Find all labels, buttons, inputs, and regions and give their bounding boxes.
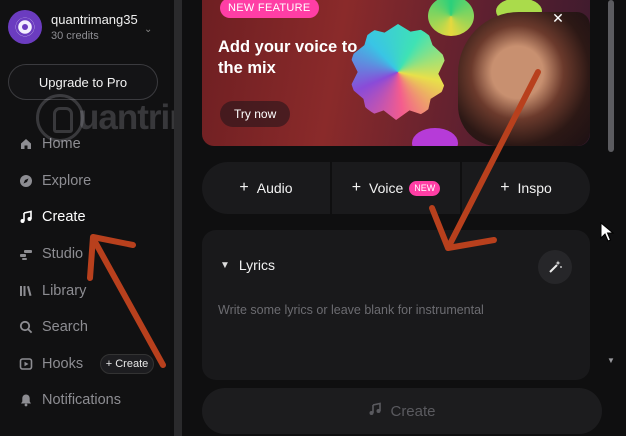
banner-headline: Add your voice to the mix (218, 38, 358, 77)
add-voice-label: Voice (369, 180, 404, 196)
add-audio-button[interactable]: + Audio (202, 162, 330, 214)
upgrade-button[interactable]: Upgrade to Pro (8, 64, 158, 100)
username: quantrimang35 (51, 12, 138, 27)
plus-icon: + (500, 179, 510, 196)
artwork-thumb (428, 0, 474, 36)
new-badge: NEW (409, 180, 441, 196)
lyrics-panel: ▼ Lyrics Write some lyrics or leave blan… (202, 230, 590, 380)
add-voice-button[interactable]: + Voice NEW (332, 162, 460, 214)
artwork-blob (350, 24, 446, 120)
sidebar-scrollbar[interactable] (174, 0, 182, 436)
music-note-icon (18, 209, 34, 225)
sidebar-item-home[interactable]: Home (18, 132, 168, 156)
sidebar-item-create[interactable]: Create (18, 205, 168, 229)
sidebar-item-label: Home (42, 136, 81, 152)
main-panel: NEW FEATURE Add your voice to the mix Tr… (182, 0, 626, 436)
studio-icon (18, 246, 34, 262)
artwork-thumb (412, 128, 458, 146)
hooks-icon (18, 356, 34, 372)
lyrics-input[interactable]: Write some lyrics or leave blank for ins… (218, 303, 484, 317)
add-audio-label: Audio (256, 180, 293, 196)
scroll-down-arrow-icon[interactable]: ▼ (607, 356, 615, 365)
mouse-cursor-icon (600, 222, 614, 242)
scrollbar-thumb[interactable] (608, 0, 614, 152)
sidebar-item-library[interactable]: Library (18, 279, 168, 303)
main-scrollbar[interactable]: ▼ (607, 0, 615, 436)
plus-icon: + (239, 179, 249, 196)
create-button-label: Create (390, 402, 436, 420)
sidebar-item-explore[interactable]: Explore (18, 169, 168, 193)
banner-portrait-image (458, 12, 590, 146)
chevron-updown-icon: ⌄ (144, 24, 153, 35)
sidebar-item-label: Search (42, 319, 88, 335)
feature-banner[interactable]: NEW FEATURE Add your voice to the mix Tr… (202, 0, 590, 146)
music-note-icon (368, 402, 382, 420)
account-switcher[interactable]: quantrimang35 30 credits ⌄ (8, 6, 158, 46)
try-now-button[interactable]: Try now (220, 101, 291, 127)
library-icon (18, 283, 34, 299)
credits-count: 30 credits (51, 30, 99, 42)
sidebar-item-label: Create (42, 209, 86, 225)
home-icon (18, 136, 34, 152)
sidebar-item-notifications[interactable]: Notifications (18, 388, 168, 412)
new-feature-badge: NEW FEATURE (220, 0, 319, 18)
plus-icon: + (351, 179, 362, 196)
lyrics-label: Lyrics (238, 257, 275, 273)
sidebar-item-label: Notifications (42, 392, 121, 408)
compass-icon (18, 173, 34, 189)
sidebar-item-label: Explore (42, 173, 92, 189)
sidebar-item-label: Library (42, 283, 87, 299)
hooks-create-button[interactable]: + Create (100, 354, 154, 374)
bell-icon (18, 392, 34, 408)
close-icon[interactable]: ✕ (548, 8, 568, 28)
search-icon (18, 319, 34, 335)
sidebar-item-label: Studio (42, 246, 84, 262)
avatar (8, 10, 42, 44)
chevron-down-icon: ▼ (220, 259, 230, 271)
sidebar-item-search[interactable]: Search (18, 315, 168, 339)
user-icon (15, 17, 35, 37)
magic-wand-button[interactable] (538, 250, 572, 284)
sidebar: quantrimang35 30 credits ⌄ Upgrade to Pr… (0, 0, 170, 436)
sidebar-item-studio[interactable]: Studio (18, 242, 168, 266)
create-mode-tabs: + Audio + Voice NEW + Inspo (202, 162, 590, 214)
sidebar-item-label: Hooks (42, 356, 84, 372)
add-inspo-label: Inspo (517, 180, 552, 196)
create-button[interactable]: Create (202, 388, 602, 434)
magic-wand-icon (549, 260, 562, 273)
lyrics-toggle[interactable]: ▼ Lyrics (220, 257, 275, 273)
add-inspo-button[interactable]: + Inspo (462, 162, 590, 214)
